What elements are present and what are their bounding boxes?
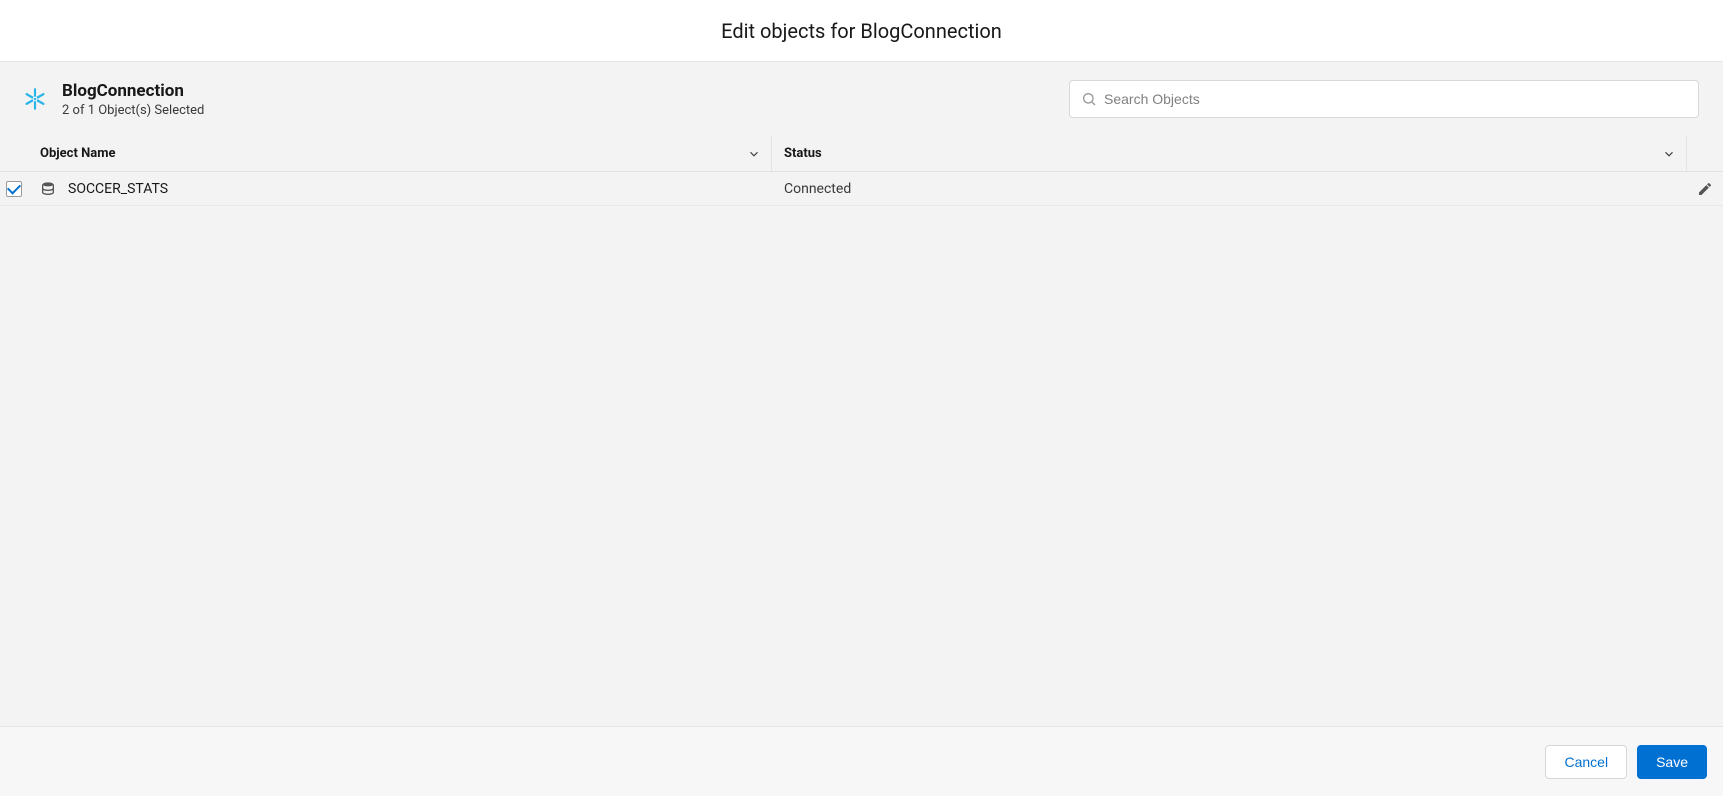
column-header-object-name-label: Object Name [40, 146, 116, 161]
toolbar-left: BlogConnection 2 of 1 Object(s) Selected [22, 81, 204, 118]
table-header-row: Object Name Status [0, 136, 1723, 172]
search-input[interactable] [1069, 80, 1699, 118]
connection-name: BlogConnection [62, 81, 204, 101]
row-status-cell: Connected [772, 181, 1687, 197]
snowflake-icon [22, 86, 48, 112]
chevron-down-icon [747, 147, 761, 161]
row-object-name: SOCCER_STATS [68, 181, 168, 197]
row-checkbox-cell [0, 181, 40, 197]
row-checkbox[interactable] [6, 181, 22, 197]
row-status: Connected [784, 181, 851, 197]
table-body: SOCCER_STATS Connected [0, 172, 1723, 206]
edit-row-button[interactable] [1697, 181, 1713, 197]
row-name-cell: SOCCER_STATS [40, 181, 772, 197]
connection-meta: BlogConnection 2 of 1 Object(s) Selected [62, 81, 204, 118]
empty-space [0, 206, 1723, 726]
footer: Cancel Save [0, 726, 1723, 796]
chevron-down-icon [1662, 147, 1676, 161]
column-header-checkbox [0, 136, 40, 171]
search-wrap [1069, 80, 1699, 118]
pencil-icon [1697, 181, 1713, 197]
column-header-object-name[interactable]: Object Name [40, 136, 772, 171]
column-header-actions [1687, 136, 1723, 171]
title-bar: Edit objects for BlogConnection [0, 0, 1723, 62]
column-header-status-label: Status [784, 146, 822, 161]
row-actions-cell [1687, 181, 1723, 197]
connection-subtext: 2 of 1 Object(s) Selected [62, 103, 204, 118]
page-title: Edit objects for BlogConnection [721, 19, 1002, 43]
cancel-button[interactable]: Cancel [1545, 745, 1627, 779]
save-button[interactable]: Save [1637, 745, 1707, 779]
table-row: SOCCER_STATS Connected [0, 172, 1723, 206]
database-icon [40, 181, 56, 197]
toolbar: BlogConnection 2 of 1 Object(s) Selected [0, 62, 1723, 136]
column-header-status[interactable]: Status [772, 136, 1687, 171]
